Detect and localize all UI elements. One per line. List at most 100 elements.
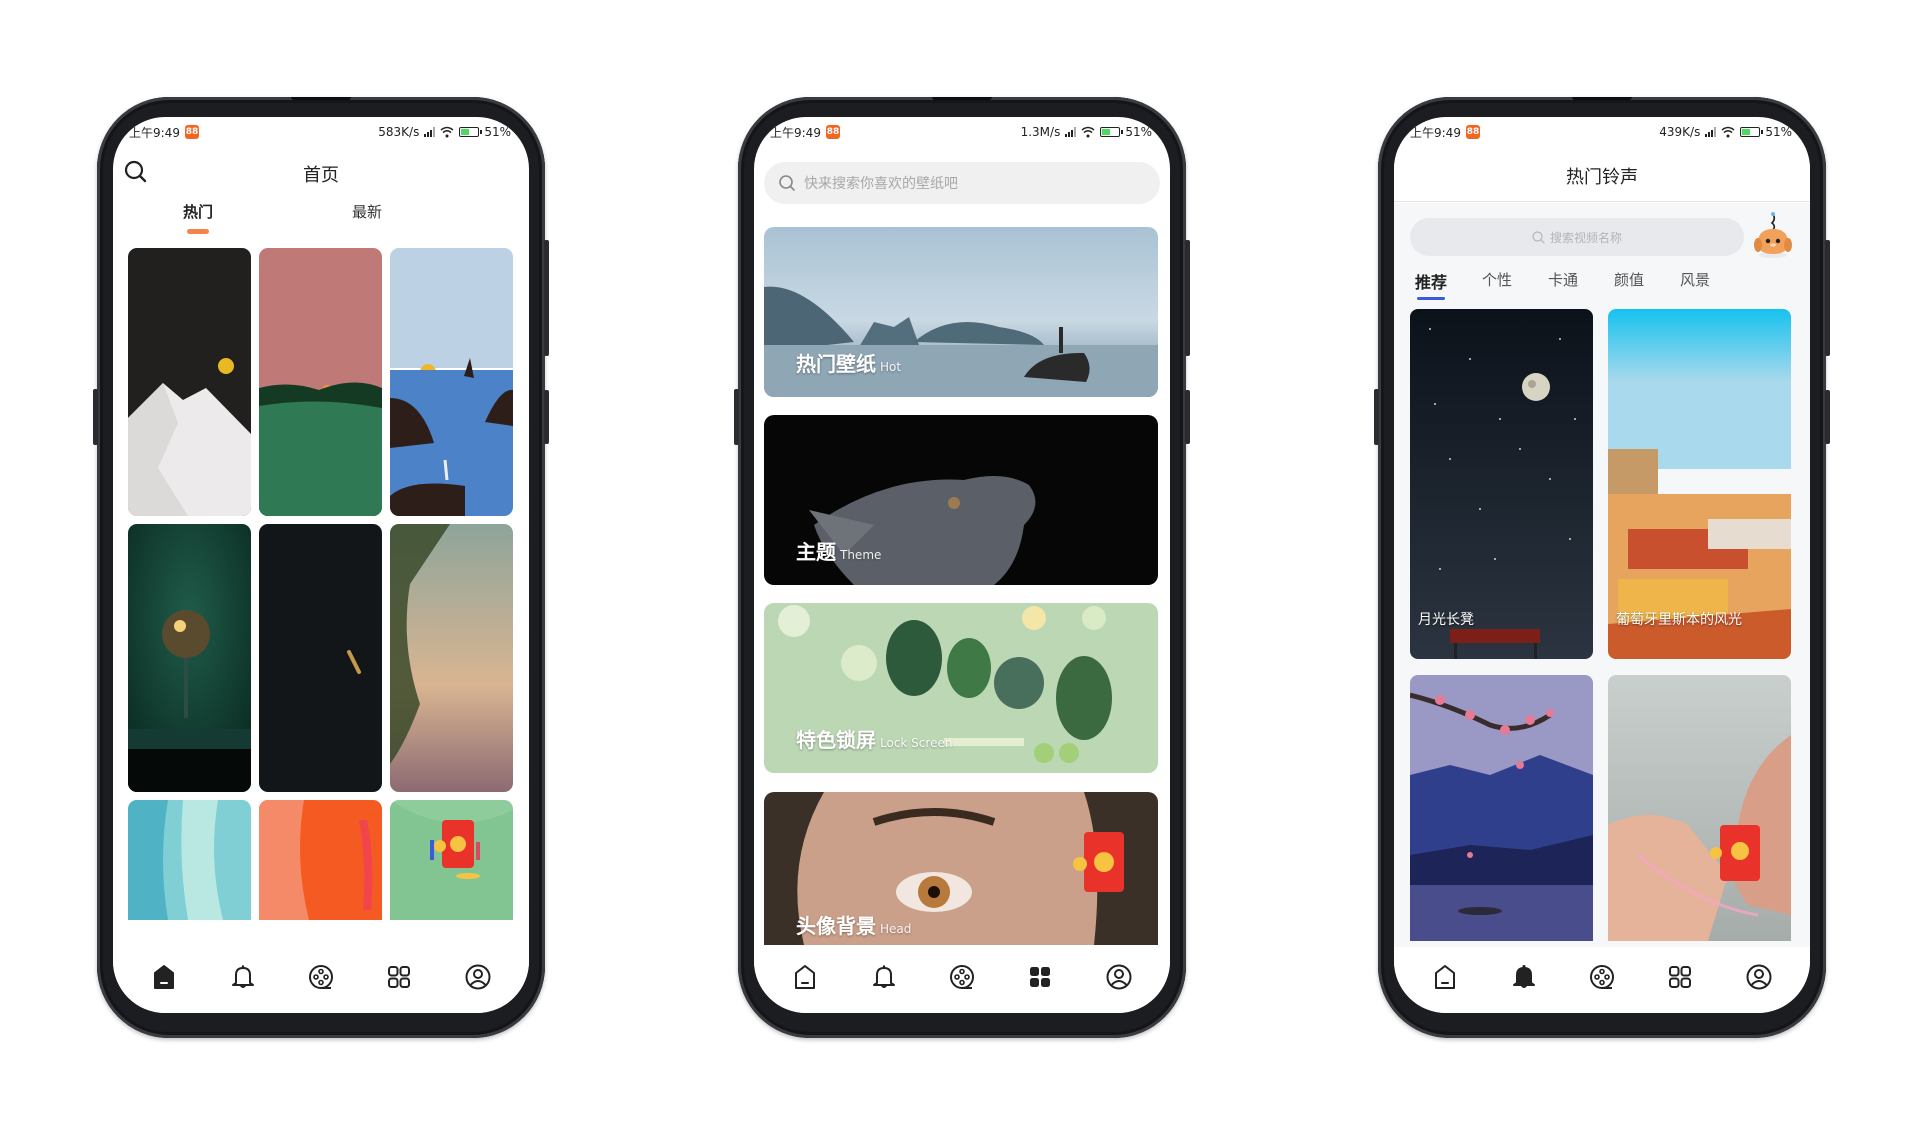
video-card[interactable]: 月光长凳 (1410, 309, 1593, 659)
wallpaper-snowy-mountain (128, 248, 251, 516)
wallpaper-card[interactable] (390, 248, 513, 516)
tab-looks[interactable]: 颜值 (1604, 269, 1654, 290)
mascot-avatar-icon[interactable] (1752, 211, 1794, 259)
nav-profile[interactable] (1739, 957, 1779, 997)
nav-categories[interactable] (379, 957, 419, 997)
nav-ringtones[interactable] (1504, 957, 1544, 997)
banner-title: 头像背景 (796, 914, 876, 938)
tab-scenery[interactable]: 风景 (1670, 269, 1720, 290)
nav-categories[interactable] (1020, 957, 1060, 997)
video-grid: 月光长凳 葡萄牙里斯本的风光 (1410, 309, 1794, 941)
tab-label: 热门 (182, 203, 213, 221)
phone-categories-screen: 上午9:49 88 1.3M/s 51% 快来搜索你喜欢的壁纸吧 热门壁纸 Ho… (734, 97, 1190, 1038)
category-banner-hot[interactable]: 热门壁纸 Hot (764, 227, 1158, 397)
wallpaper-card[interactable] (259, 524, 382, 792)
wallpaper-grid (128, 248, 514, 920)
banner-title: 特色锁屏 (796, 728, 876, 752)
home-icon (1435, 965, 1456, 989)
tab-hot[interactable]: 热门 (168, 201, 228, 234)
wifi-icon (440, 126, 454, 138)
wallpaper-orange-watercolor (259, 800, 382, 920)
banner-label: 热门壁纸 Hot (796, 348, 901, 377)
signal-icon (424, 127, 436, 137)
wallpaper-card[interactable] (128, 524, 251, 792)
video-thumb-lisbon (1608, 309, 1791, 659)
network-speed: 1.3M/s (1020, 125, 1061, 139)
earpiece (1572, 97, 1632, 100)
header: 首页 (113, 147, 529, 197)
nav-profile[interactable] (1099, 957, 1139, 997)
tab-label: 最新 (351, 203, 382, 221)
phone-ringtones-screen: 上午9:49 88 439K/s 51% 热门铃声 搜索视频名称 推荐 个性 卡… (1374, 97, 1830, 1038)
tab-indicator (187, 229, 209, 234)
tab-label: 卡通 (1547, 271, 1578, 289)
nav-video[interactable] (301, 957, 341, 997)
nav-home[interactable] (785, 957, 825, 997)
wallpaper-card[interactable] (390, 800, 513, 920)
home-icon (154, 965, 175, 989)
nav-ringtones[interactable] (223, 957, 263, 997)
power-button (1185, 390, 1190, 444)
battery-percent: 51% (1765, 125, 1792, 139)
banner-subtitle: Head (880, 922, 912, 936)
volume-button (1185, 240, 1190, 356)
tab-bar: 推荐 个性 卡通 颜值 风景 (1394, 269, 1810, 300)
header: 热门铃声 (1394, 147, 1810, 202)
video-card[interactable]: 葡萄牙里斯本的风光 (1608, 309, 1791, 659)
wifi-icon (1081, 126, 1095, 138)
status-bar: 上午9:49 88 1.3M/s 51% (754, 117, 1170, 147)
tab-indicator (1417, 297, 1445, 300)
category-banner-avatar[interactable]: 头像背景 Head (764, 792, 1158, 945)
category-banner-lockscreen[interactable]: 特色锁屏 Lock Screen (764, 603, 1158, 773)
wallpaper-card[interactable] (390, 524, 513, 792)
category-banner-theme[interactable]: 主题 Theme (764, 415, 1158, 585)
grid-icon (1669, 966, 1692, 988)
bottom-nav (113, 947, 529, 1013)
banner-label: 特色锁屏 Lock Screen (796, 724, 952, 753)
wallpaper-card[interactable] (128, 800, 251, 920)
screen: 上午9:49 88 1.3M/s 51% 快来搜索你喜欢的壁纸吧 热门壁纸 Ho… (754, 117, 1170, 1013)
nav-profile[interactable] (458, 957, 498, 997)
nav-ringtones[interactable] (864, 957, 904, 997)
bell-icon (231, 965, 254, 988)
nav-home[interactable] (1425, 957, 1465, 997)
signal-icon (1065, 127, 1077, 137)
search-input[interactable]: 搜索视频名称 (1410, 218, 1744, 256)
video-card[interactable] (1608, 675, 1791, 941)
banner-title: 热门壁纸 (796, 352, 876, 376)
battery-icon (1740, 127, 1764, 137)
search-input[interactable]: 快来搜索你喜欢的壁纸吧 (764, 162, 1160, 204)
nav-categories[interactable] (1660, 957, 1700, 997)
tab-cartoon[interactable]: 卡通 (1538, 269, 1588, 290)
phone-home-screen: 上午9:49 88 583K/s 51% 首页 热门 最新 (93, 97, 549, 1038)
status-time: 上午9:49 (1410, 125, 1461, 140)
battery-percent: 51% (484, 125, 511, 139)
wallpaper-sea-rocks (390, 248, 513, 516)
video-caption: 月光长凳 (1418, 612, 1474, 628)
wallpaper-card[interactable] (128, 248, 251, 516)
nav-video[interactable] (942, 957, 982, 997)
tab-recommended[interactable]: 推荐 (1406, 269, 1456, 300)
wallpaper-card[interactable] (259, 248, 382, 516)
app-notification-icon: 88 (825, 125, 840, 139)
nav-home[interactable] (144, 957, 184, 997)
tab-personality[interactable]: 个性 (1472, 269, 1522, 290)
status-time: 上午9:49 (770, 125, 821, 140)
video-card[interactable] (1410, 675, 1593, 941)
bottom-nav (754, 947, 1170, 1013)
tab-latest[interactable]: 最新 (337, 201, 397, 222)
side-button (1374, 389, 1379, 445)
volume-button (1825, 240, 1830, 356)
wallpaper-palm (390, 524, 513, 792)
search-icon (1532, 230, 1545, 244)
video-thumb-pinky-promise (1608, 675, 1791, 941)
banner-title: 主题 (796, 540, 836, 564)
banner-label: 主题 Theme (796, 536, 881, 565)
banner-label: 头像背景 Head (796, 910, 911, 939)
nav-video[interactable] (1582, 957, 1622, 997)
wallpaper-red-envelope (390, 800, 513, 920)
wallpaper-card[interactable] (259, 800, 382, 920)
network-speed: 583K/s (378, 125, 420, 139)
video-thumb-moon-bench (1410, 309, 1593, 659)
app-notification-icon: 88 (184, 125, 199, 139)
